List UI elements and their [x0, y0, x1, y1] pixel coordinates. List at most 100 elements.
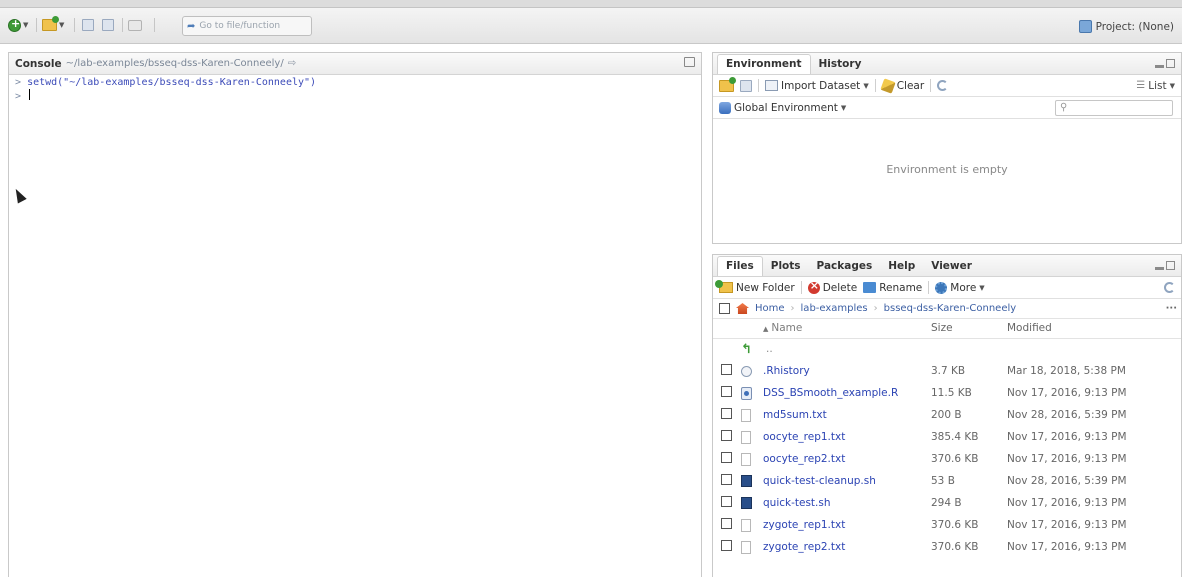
file-row[interactable]: quick-test.sh 294 B Nov 17, 2016, 9:13 PM [713, 492, 1181, 514]
new-file-button[interactable]: ▼ [8, 16, 28, 34]
toolbar-divider [122, 18, 123, 32]
file-checkbox[interactable] [721, 496, 732, 507]
file-modified: Nov 28, 2016, 5:39 PM [1007, 475, 1127, 487]
minimize-icon[interactable] [1155, 65, 1164, 68]
rename-label: Rename [879, 281, 923, 294]
tab-environment[interactable]: Environment [717, 54, 811, 74]
go-to-directory-icon[interactable]: ⇨ [288, 58, 296, 69]
file-row[interactable]: .Rhistory 3.7 KB Mar 18, 2018, 5:38 PM [713, 360, 1181, 382]
parent-directory-row[interactable]: ↰ .. [713, 338, 1181, 360]
goto-placeholder: Go to file/function [199, 21, 281, 31]
environment-empty-message: Environment is empty [886, 163, 1008, 176]
environment-search-input[interactable]: ⚲ [1055, 100, 1173, 116]
project-menu[interactable]: Project: (None) [1078, 20, 1174, 33]
column-name[interactable]: ▲ Name [763, 319, 931, 339]
maximize-icon[interactable] [1166, 261, 1175, 270]
new-folder-button[interactable]: New Folder [715, 280, 795, 294]
tab-packages[interactable]: Packages [809, 257, 881, 276]
console-command: setwd("~/lab-examples/bsseq-dss-Karen-Co… [27, 77, 317, 88]
file-row[interactable]: zygote_rep1.txt 370.6 KB Nov 17, 2016, 9:1… [713, 514, 1181, 536]
file-checkbox[interactable] [721, 452, 732, 463]
file-name-link[interactable]: md5sum.txt [763, 409, 827, 421]
shell-script-icon [741, 475, 752, 487]
menu-bar [0, 0, 1182, 8]
parent-directory-label: .. [766, 343, 773, 356]
column-modified[interactable]: Modified [1007, 319, 1181, 339]
import-dataset-button[interactable]: Import Dataset ▼ [765, 80, 869, 92]
file-name-link[interactable]: .Rhistory [763, 365, 810, 377]
console-line: > setwd("~/lab-examples/bsseq-dss-Karen-… [15, 77, 695, 89]
breadcrumb-lab-examples[interactable]: lab-examples [801, 303, 868, 314]
tab-viewer[interactable]: Viewer [923, 257, 980, 276]
open-folder-icon [42, 16, 59, 31]
print-button[interactable] [128, 16, 142, 34]
home-icon[interactable] [736, 303, 749, 314]
file-size: 294 B [931, 497, 962, 509]
refresh-icon[interactable] [937, 80, 949, 91]
file-checkbox[interactable] [721, 364, 732, 375]
list-view-button[interactable]: ☰ List ▼ [1136, 80, 1175, 92]
goto-file-input[interactable]: ➦ Go to file/function [182, 16, 312, 36]
maximize-icon[interactable] [684, 57, 695, 67]
file-size: 11.5 KB [931, 387, 972, 399]
new-file-icon [8, 17, 21, 32]
select-all-checkbox[interactable] [719, 303, 730, 314]
save-all-button[interactable] [102, 16, 114, 34]
file-row[interactable]: zygote_rep2.txt 370.6 KB Nov 17, 2016, 9:1… [713, 536, 1181, 558]
file-row[interactable]: md5sum.txt 200 B Nov 28, 2016, 5:39 PM [713, 404, 1181, 426]
toolbar-divider [928, 281, 930, 294]
delete-icon [807, 279, 820, 294]
file-modified: Nov 17, 2016, 9:13 PM [1007, 431, 1127, 443]
tab-help[interactable]: Help [880, 257, 923, 276]
file-name-link[interactable]: zygote_rep1.txt [763, 519, 845, 531]
file-checkbox[interactable] [721, 518, 732, 529]
file-modified: Nov 17, 2016, 9:13 PM [1007, 387, 1127, 399]
file-name-link[interactable]: oocyte_rep2.txt [763, 453, 845, 465]
more-button[interactable]: More ▼ [935, 281, 985, 294]
file-name-link[interactable]: DSS_BSmooth_example.R [763, 387, 898, 399]
file-checkbox[interactable] [721, 430, 732, 441]
file-checkbox[interactable] [721, 386, 732, 397]
more-dots-icon[interactable]: ··· [1166, 303, 1177, 314]
console-pane: Console ~/lab-examples/bsseq-dss-Karen-C… [8, 52, 702, 577]
breadcrumb-separator: › [790, 303, 795, 314]
minimize-icon[interactable] [1155, 267, 1164, 270]
tab-plots[interactable]: Plots [763, 257, 809, 276]
clear-button[interactable]: Clear [880, 77, 924, 94]
save-button[interactable] [82, 16, 94, 34]
console-output[interactable]: > setwd("~/lab-examples/bsseq-dss-Karen-… [9, 75, 701, 105]
load-workspace-icon[interactable] [719, 76, 736, 92]
file-row[interactable]: oocyte_rep2.txt 370.6 KB Nov 17, 2016, 9:1… [713, 448, 1181, 470]
save-workspace-icon[interactable] [740, 79, 752, 92]
refresh-icon[interactable] [1164, 282, 1175, 293]
breadcrumb-current-folder[interactable]: bsseq-dss-Karen-Conneely [884, 303, 1017, 314]
rhistory-icon [741, 365, 752, 377]
column-size[interactable]: Size [931, 319, 1007, 339]
file-row[interactable]: quick-test-cleanup.sh 53 B Nov 28, 2016, 5… [713, 470, 1181, 492]
rename-button[interactable]: Rename [863, 282, 922, 294]
files-tabs: Files Plots Packages Help Viewer [713, 255, 1181, 277]
file-row[interactable]: DSS_BSmooth_example.R 11.5 KB Nov 17, 2016… [713, 382, 1181, 404]
file-checkbox[interactable] [721, 540, 732, 551]
rename-icon [863, 282, 877, 293]
tab-history[interactable]: History [811, 55, 870, 74]
open-project-button[interactable]: ▼ [42, 16, 64, 34]
file-size: 370.6 KB [931, 453, 979, 465]
chevron-down-icon: ▼ [863, 81, 869, 90]
file-name-link[interactable]: quick-test-cleanup.sh [763, 475, 876, 487]
maximize-icon[interactable] [1166, 59, 1175, 68]
file-modified: Nov 17, 2016, 9:13 PM [1007, 497, 1127, 509]
file-checkbox[interactable] [721, 408, 732, 419]
tab-files[interactable]: Files [717, 256, 763, 276]
file-row[interactable]: oocyte_rep1.txt 385.4 KB Nov 17, 2016, 9:1… [713, 426, 1181, 448]
global-environment-dropdown[interactable]: Global Environment ▼ [719, 101, 846, 114]
file-name-link[interactable]: oocyte_rep1.txt [763, 431, 845, 443]
file-name-link[interactable]: quick-test.sh [763, 497, 831, 509]
text-cursor [29, 89, 31, 100]
breadcrumb-home[interactable]: Home [755, 303, 785, 314]
file-name-link[interactable]: zygote_rep2.txt [763, 541, 845, 553]
text-file-icon [741, 408, 751, 422]
delete-button[interactable]: Delete [807, 279, 857, 294]
console-line: > [15, 89, 695, 103]
file-checkbox[interactable] [721, 474, 732, 485]
